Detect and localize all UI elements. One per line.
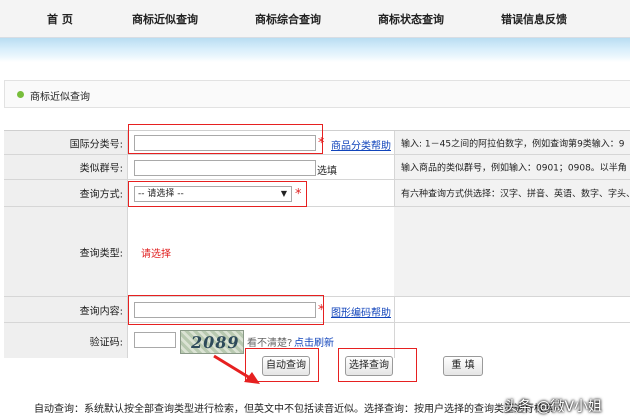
similar-group-hint: 输入商品的类似群号，例如输入：0901；0908。以半角 分号分隔 bbox=[401, 163, 630, 174]
unclear-text: 看不清楚? bbox=[247, 338, 293, 349]
class-number-hint: 输入: 1－45之间的阿拉伯数字，例如查询第9类输入：9 bbox=[401, 139, 625, 149]
captcha-input[interactable] bbox=[134, 332, 176, 348]
class-number-label: 国际分类号: bbox=[69, 139, 123, 150]
similar-group-input[interactable] bbox=[134, 160, 316, 176]
header-banner bbox=[0, 38, 630, 62]
required-mark: * bbox=[295, 187, 302, 202]
bullet-icon bbox=[17, 91, 24, 98]
section-title: 商标近似查询 bbox=[30, 92, 90, 103]
query-type-label: 查询类型: bbox=[79, 248, 123, 259]
query-content-row: 查询内容: * 图形编码帮助 bbox=[4, 297, 630, 323]
query-mode-select[interactable]: -- 请选择 -- ▼ bbox=[134, 186, 292, 202]
tab-similar-search[interactable]: 商标近似查询 bbox=[132, 11, 198, 27]
tab-home[interactable]: 首 页 bbox=[47, 11, 73, 27]
query-mode-label: 查询方式: bbox=[79, 189, 123, 201]
required-mark: * bbox=[318, 303, 325, 318]
query-content-input[interactable] bbox=[134, 302, 316, 318]
tab-status-search[interactable]: 商标状态查询 bbox=[378, 11, 444, 27]
optional-note: 选填 bbox=[317, 166, 337, 177]
select-query-button[interactable]: 选择查询 bbox=[345, 356, 393, 376]
query-mode-row: 查询方式: -- 请选择 -- ▼ * 有六种查询方式供选择：汉字、拼音、英语、… bbox=[4, 180, 630, 207]
query-type-row: 查询类型: 请选择 bbox=[4, 207, 630, 297]
graphic-code-help-link[interactable]: 图形编码帮助 bbox=[331, 304, 391, 319]
tab-error-feedback[interactable]: 错误信息反馈 bbox=[501, 11, 567, 27]
top-nav: 首 页 商标近似查询 商标综合查询 商标状态查询 错误信息反馈 bbox=[0, 0, 630, 38]
annotation-arrow-icon bbox=[213, 354, 260, 384]
footer-note: 自动查询：系统默认按全部查询类型进行检索，但英文中不包括读音近似。选择查询：按用… bbox=[34, 404, 554, 415]
search-form: 国际分类号: * 商品分类帮助 输入: 1－45之间的阿拉伯数字，例如查询第9类… bbox=[4, 130, 630, 358]
captcha-text: 2089 bbox=[189, 333, 242, 352]
captcha-image: 2089 bbox=[180, 330, 244, 354]
reset-button[interactable]: 重 填 bbox=[443, 356, 483, 376]
refresh-captcha-link[interactable]: 点击刷新 bbox=[294, 334, 334, 349]
captcha-row: 验证码: 2089 看不清楚? 点击刷新 bbox=[4, 323, 630, 358]
class-number-row: 国际分类号: * 商品分类帮助 输入: 1－45之间的阿拉伯数字，例如查询第9类… bbox=[4, 131, 630, 155]
dropdown-arrow-icon: ▼ bbox=[280, 189, 287, 198]
section-header: 商标近似查询 bbox=[4, 80, 630, 108]
class-help-link[interactable]: 商品分类帮助 bbox=[331, 137, 391, 152]
similar-group-row: 类似群号: 选填 输入商品的类似群号，例如输入：0901；0908。以半角 分号… bbox=[4, 155, 630, 180]
auto-query-button[interactable]: 自动查询 bbox=[262, 356, 310, 376]
captcha-label: 验证码: bbox=[89, 337, 123, 348]
query-type-prompt: 请选择 bbox=[141, 249, 171, 260]
query-mode-hint: 有六种查询方式供选择：汉字、拼音、英语、数字、字头、图形 bbox=[401, 189, 630, 200]
tab-comprehensive-search[interactable]: 商标综合查询 bbox=[255, 11, 321, 27]
watermark: 头条 @微V小姐 bbox=[504, 399, 603, 415]
class-number-input[interactable] bbox=[134, 135, 316, 151]
required-mark: * bbox=[318, 136, 325, 151]
query-content-label: 查询内容: bbox=[79, 306, 123, 317]
query-mode-selected: -- 请选择 -- bbox=[138, 189, 184, 199]
similar-group-label: 类似群号: bbox=[79, 163, 123, 175]
